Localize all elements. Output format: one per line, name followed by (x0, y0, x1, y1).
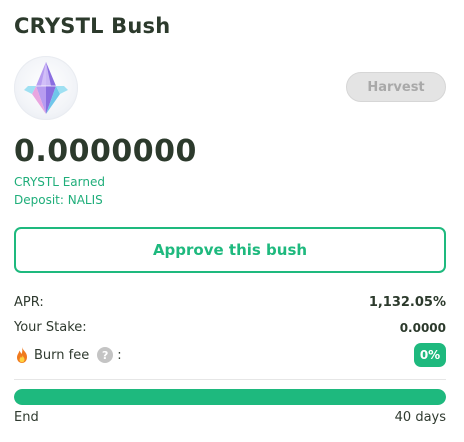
end-label: End (14, 410, 39, 425)
burn-fee-badge: 0% (414, 343, 446, 367)
time-progress-bar (14, 389, 446, 405)
apr-value: 1,132.05% (368, 295, 446, 310)
time-progress-fill (14, 389, 446, 405)
end-row: End 40 days (14, 410, 446, 425)
question-icon[interactable]: ? (97, 347, 114, 363)
stake-row: Your Stake: 0.0000 (14, 320, 446, 335)
stake-value: 0.0000 (399, 320, 446, 335)
bush-card: CRYSTL Bush Harvest 0.0000000 CRYSTL Ear… (0, 0, 464, 442)
burn-fee-row: Burn fee ? : 0% (14, 342, 446, 368)
crystal-icon (14, 56, 78, 120)
fire-icon (14, 346, 30, 364)
deposit-label: Deposit: NALIS (14, 193, 103, 207)
burn-fee-label: Burn fee (34, 347, 90, 363)
earned-amount: 0.0000000 (14, 134, 197, 169)
divider (14, 379, 446, 380)
apr-row: APR: 1,132.05% (14, 295, 446, 310)
approve-button[interactable]: Approve this bush (14, 227, 446, 273)
burn-fee-colon: : (117, 347, 122, 363)
earned-label: CRYSTL Earned (14, 175, 105, 189)
stake-label: Your Stake: (14, 320, 87, 335)
apr-label: APR: (14, 295, 44, 310)
burn-fee-label-group: Burn fee ? : (14, 346, 122, 364)
remaining-time: 40 days (394, 410, 446, 425)
pool-title: CRYSTL Bush (14, 14, 171, 38)
harvest-button[interactable]: Harvest (346, 72, 446, 102)
